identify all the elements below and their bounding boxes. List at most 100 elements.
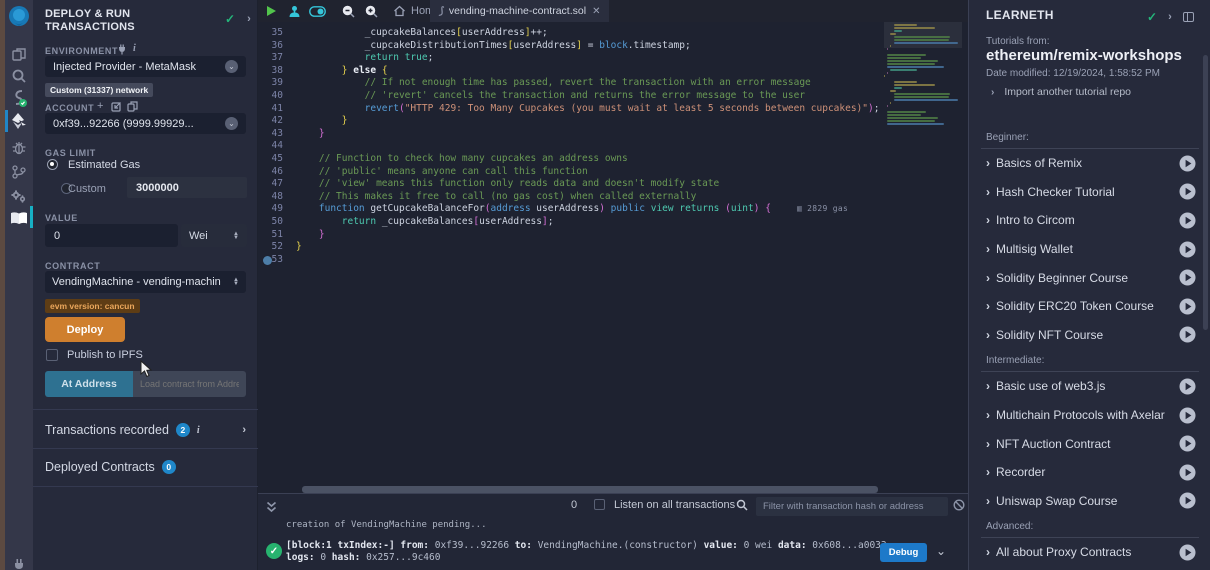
play-circle-icon[interactable] <box>1179 435 1196 452</box>
play-circle-icon[interactable] <box>1179 378 1196 395</box>
play-circle-icon[interactable] <box>1179 183 1196 200</box>
close-tab-icon[interactable]: ✕ <box>592 6 600 17</box>
terminal-filter-input[interactable] <box>756 497 948 516</box>
remix-logo[interactable] <box>5 3 33 31</box>
deploy-button[interactable]: Deploy <box>45 317 125 342</box>
play-circle-icon[interactable] <box>1179 326 1196 343</box>
line-number[interactable]: 38 <box>258 65 296 78</box>
plug-icon[interactable] <box>5 552 33 570</box>
tutorial-item[interactable]: ›Intro to Circom <box>981 206 1199 235</box>
info-icon[interactable]: i <box>133 43 136 54</box>
git-icon[interactable] <box>5 160 33 184</box>
line-number[interactable]: 45 <box>258 153 296 166</box>
chevron-right-icon[interactable]: › <box>1168 11 1172 23</box>
play-circle-icon[interactable] <box>1179 464 1196 481</box>
account-select[interactable]: 0xf39...92266 (9999.99929... ⌄ <box>45 113 246 134</box>
file-tab[interactable]: ⟆ vending-machine-contract.sol ✕ <box>430 0 609 22</box>
settings-icon[interactable] <box>5 184 33 208</box>
toggle-icon[interactable] <box>307 2 327 20</box>
value-input[interactable] <box>45 224 178 247</box>
value-unit-select[interactable]: Wei ▲▼ <box>181 224 247 247</box>
play-circle-icon[interactable] <box>1179 155 1196 172</box>
at-address-button[interactable]: At Address <box>45 371 133 397</box>
line-number[interactable]: 48 <box>258 191 296 204</box>
breakpoint-dot[interactable] <box>263 256 272 265</box>
tx-expand-chevron-icon[interactable]: ⌄ <box>936 544 946 558</box>
account-dropdown-icon[interactable]: ⌄ <box>225 117 238 130</box>
unit-spinner-icon[interactable]: ▲▼ <box>233 232 239 240</box>
add-account-icon[interactable]: + <box>97 100 103 112</box>
line-number[interactable]: 44 <box>258 140 296 153</box>
expand-chevron-icon[interactable]: › <box>242 424 246 436</box>
tx-log-text[interactable]: [block:1 txIndex:-] from: 0xf39...92266 … <box>286 540 887 563</box>
contract-select[interactable]: VendingMachine - vending-machin ▲▼ <box>45 271 246 293</box>
publish-ipfs-checkbox[interactable] <box>46 349 58 361</box>
line-number[interactable]: 37 <box>258 52 296 65</box>
deployed-contracts-row[interactable]: Deployed Contracts 0 <box>45 456 246 478</box>
expand-terminal-icon[interactable] <box>261 498 281 516</box>
play-circle-icon[interactable] <box>1179 407 1196 424</box>
debugger-icon[interactable] <box>5 136 33 160</box>
block-icon[interactable] <box>953 499 965 511</box>
transactions-recorded-row[interactable]: Transactions recorded 2 i › <box>45 419 246 441</box>
line-number[interactable]: 36 <box>258 40 296 53</box>
copy-icon[interactable] <box>127 101 138 112</box>
run-script-icon[interactable] <box>261 2 281 20</box>
sign-message-icon[interactable] <box>111 101 122 112</box>
tutorial-item[interactable]: ›All about Proxy Contracts <box>981 538 1199 567</box>
tutorial-item[interactable]: ›Solidity ERC20 Token Course <box>981 292 1199 321</box>
home-icon[interactable] <box>389 2 409 20</box>
person-icon[interactable] <box>284 2 304 20</box>
tutorial-item[interactable]: ›Multisig Wallet <box>981 235 1199 264</box>
solidity-compiler-icon[interactable] <box>5 86 33 110</box>
learneth-book-icon[interactable] <box>5 206 33 230</box>
line-number[interactable]: 49 <box>258 203 296 216</box>
line-number[interactable]: 41 <box>258 103 296 116</box>
play-circle-icon[interactable] <box>1179 298 1196 315</box>
debug-button[interactable]: Debug <box>880 543 927 562</box>
learneth-scrollbar[interactable] <box>1203 55 1208 330</box>
info-icon[interactable]: i <box>197 425 200 436</box>
play-circle-icon[interactable] <box>1179 241 1196 258</box>
minimap[interactable] <box>884 24 962 134</box>
listen-all-checkbox[interactable] <box>594 499 605 510</box>
search-icon[interactable] <box>5 64 33 88</box>
tutorial-item[interactable]: ›Basics of Remix <box>981 149 1199 178</box>
tutorial-item[interactable]: ›Solidity Beginner Course <box>981 263 1199 292</box>
horizontal-scrollbar[interactable] <box>302 486 878 493</box>
line-number[interactable]: 47 <box>258 178 296 191</box>
line-number[interactable]: 42 <box>258 115 296 128</box>
line-number[interactable]: 39 <box>258 77 296 90</box>
line-number[interactable]: 35 <box>258 27 296 40</box>
deploy-run-icon[interactable] <box>5 109 33 133</box>
play-circle-icon[interactable] <box>1179 212 1196 229</box>
tutorial-item[interactable]: ›Uniswap Swap Course <box>981 487 1199 516</box>
search-icon[interactable] <box>736 499 748 511</box>
plug-small-icon[interactable] <box>117 44 127 55</box>
tutorial-item[interactable]: ›Hash Checker Tutorial <box>981 178 1199 207</box>
play-circle-icon[interactable] <box>1179 544 1196 561</box>
estimated-gas-radio[interactable] <box>47 159 58 170</box>
tutorial-item[interactable]: ›Solidity NFT Course <box>981 321 1199 350</box>
environment-dropdown-icon[interactable]: ⌄ <box>225 60 238 73</box>
file-explorer-icon[interactable] <box>5 42 33 66</box>
play-circle-icon[interactable] <box>1179 492 1196 509</box>
line-number[interactable]: 40 <box>258 90 296 103</box>
import-repo-row[interactable]: › Import another tutorial repo <box>991 86 1131 98</box>
code-editor[interactable]: 35 _cupcakeBalances[userAddress]++;36 _c… <box>258 22 968 493</box>
tutorial-item[interactable]: ›NFT Auction Contract <box>981 429 1199 458</box>
tutorial-item[interactable]: ›Recorder <box>981 458 1199 487</box>
pin-panel-icon[interactable] <box>1183 12 1194 22</box>
line-number[interactable]: 52 <box>258 241 296 254</box>
zoom-out-icon[interactable] <box>338 2 358 20</box>
environment-select[interactable]: Injected Provider - MetaMask ⌄ <box>45 56 246 77</box>
zoom-in-icon[interactable] <box>361 2 381 20</box>
line-number[interactable]: 50 <box>258 216 296 229</box>
line-number[interactable]: 43 <box>258 128 296 141</box>
tutorial-item[interactable]: ›Basic use of web3.js <box>981 372 1199 401</box>
custom-gas-input[interactable] <box>127 177 247 198</box>
tutorial-item[interactable]: ›Multichain Protocols with Axelar <box>981 401 1199 430</box>
chevron-right-icon[interactable]: › <box>247 13 251 25</box>
line-number[interactable]: 46 <box>258 166 296 179</box>
play-circle-icon[interactable] <box>1179 269 1196 286</box>
